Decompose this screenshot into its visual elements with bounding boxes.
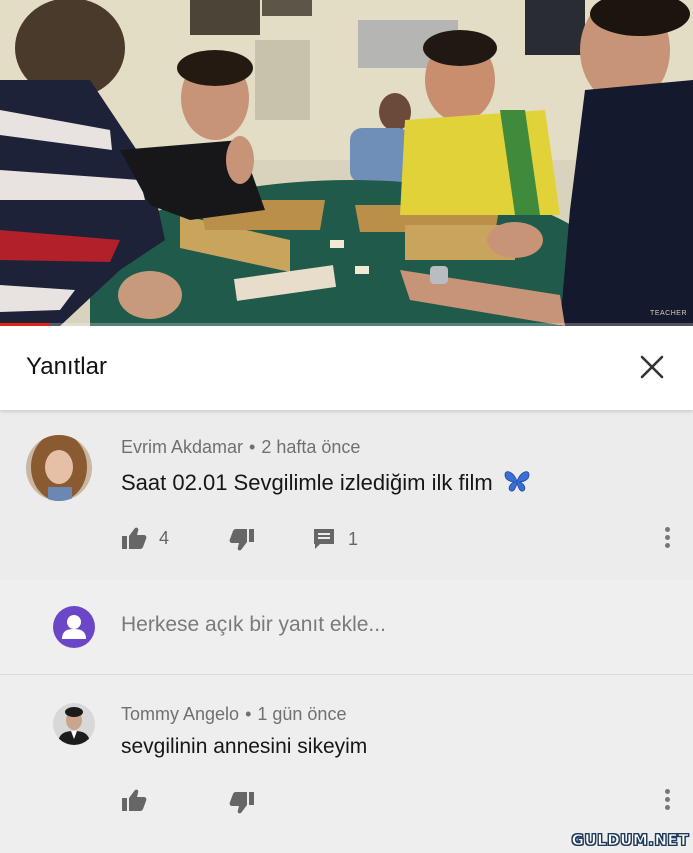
comment-text: sevgilinin annesini sikeyim [121,735,368,758]
comment-body: Saat 02.01 Sevgilimle izlediğim ilk film [121,469,531,496]
thumbs-down-icon [229,529,254,551]
user-silhouette-icon [62,615,86,639]
dot-icon [664,527,670,532]
comment-time: 2 hafta önce [261,437,361,457]
dislike-button[interactable] [229,528,255,552]
comment-time: 1 gün önce [257,704,347,724]
dot-icon [664,789,670,794]
meta-separator: • [249,437,256,457]
dot-icon [664,535,670,540]
like-button[interactable]: 4 [121,526,169,550]
meta-separator: • [245,704,252,724]
video-player[interactable]: TEACHER [0,0,693,326]
thumbs-up-icon [122,789,147,811]
dot-icon [664,797,670,802]
site-watermark: GULDUM.NET [571,831,689,850]
dot-icon [664,805,670,810]
reply-count: 1 [348,528,359,549]
close-button[interactable] [637,352,667,382]
comment-more-menu[interactable] [657,786,677,816]
reply-input-row: Herkese açık bir yanıt ekle... [0,580,693,674]
comment-author[interactable]: Tommy Angelo [121,704,239,724]
dot-icon [664,543,670,548]
comment-thread: Evrim Akdamar • 2 hafta önce Saat 02.01 Se… [0,410,693,580]
video-frame-illustration [0,0,693,326]
reply-input[interactable]: Herkese açık bir yanıt ekle... [121,613,386,637]
comment-text: Saat 02.01 Sevgilimle izlediğim ilk film [121,470,493,495]
comment-icon [314,529,334,549]
like-button[interactable] [121,788,147,812]
reply-comment: Tommy Angelo • 1 gün önce sevgilinin annes… [0,675,693,853]
like-count: 4 [159,527,170,548]
close-icon [640,355,664,379]
user-avatar [53,606,95,648]
avatar-image [26,435,92,501]
video-channel-watermark: TEACHER [650,310,687,317]
replies-header: Yanıtlar [0,326,693,410]
avatar-image [53,703,95,745]
comment-meta: Evrim Akdamar • 2 hafta önce [121,437,360,458]
thumbs-down-icon [229,792,254,814]
avatar[interactable] [26,435,92,501]
comment-author[interactable]: Evrim Akdamar [121,437,243,457]
avatar[interactable] [53,703,95,745]
thumbs-up-icon [122,527,147,549]
butterfly-icon [504,471,530,492]
comment-more-menu[interactable] [657,524,677,554]
reply-count-button[interactable]: 1 [312,527,358,551]
comment-meta: Tommy Angelo • 1 gün önce [121,704,346,725]
dislike-button[interactable] [229,791,255,815]
panel-title: Yanıtlar [26,353,107,380]
